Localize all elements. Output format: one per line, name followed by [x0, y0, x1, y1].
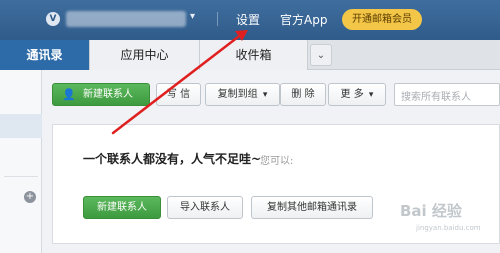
copy-other-mailbox-contacts-button[interactable]: 复制其他邮箱通讯录: [251, 196, 373, 219]
copy-to-group-label: 复制到组: [217, 89, 258, 100]
divider: [217, 12, 218, 26]
new-contact-label: 新建联系人: [83, 89, 133, 100]
settings-link[interactable]: 设置: [236, 11, 260, 28]
chevron-down-icon[interactable]: ▾: [190, 11, 195, 22]
sidebar: [0, 70, 42, 253]
chevron-down-icon: ▾: [262, 90, 268, 100]
delete-button[interactable]: 删 除: [280, 83, 326, 106]
watermark-logo-text: Bai 经验: [400, 202, 462, 220]
account-avatar-icon[interactable]: V: [46, 12, 60, 26]
empty-state-message: 一个联系人都没有，人气不足哇~: [83, 152, 262, 166]
tab-contacts[interactable]: 通讯录: [0, 40, 90, 70]
search-placeholder: 搜索所有联系人: [401, 92, 471, 103]
import-contacts-button[interactable]: 导入联系人: [167, 196, 243, 219]
add-user-icon: 👤: [62, 88, 76, 101]
empty-state-hint: 您可以:: [260, 156, 294, 167]
chevron-down-icon: ▾: [368, 90, 374, 100]
sidebar-item-selected[interactable]: [0, 114, 42, 138]
tab-inbox[interactable]: 收件箱: [200, 40, 308, 70]
new-contact-button[interactable]: 👤 新建联系人: [52, 83, 150, 106]
watermark-url: jingyan.baidu.com: [416, 224, 481, 232]
sidebar-divider: [4, 176, 38, 177]
baidu-jingyan-watermark: Bai 经验 jingyan.baidu.com: [400, 200, 496, 240]
more-button[interactable]: 更 多 ▾: [328, 83, 386, 106]
official-app-link[interactable]: 官方App: [280, 11, 327, 28]
search-contacts-input[interactable]: 搜索所有联系人: [394, 83, 500, 106]
create-contact-button[interactable]: 新建联系人: [83, 196, 161, 219]
copy-to-group-button[interactable]: 复制到组 ▾: [205, 83, 280, 106]
add-group-plus-icon[interactable]: +: [24, 191, 36, 203]
account-email-blurred[interactable]: [66, 11, 186, 27]
tab-app-center[interactable]: 应用中心: [90, 40, 200, 70]
write-letter-button[interactable]: 写 信: [156, 83, 201, 106]
tabs-more-chevron-icon[interactable]: ⌄: [310, 44, 332, 66]
more-label: 更 多: [340, 89, 364, 100]
vip-membership-button[interactable]: 开通邮箱会员: [342, 9, 422, 30]
